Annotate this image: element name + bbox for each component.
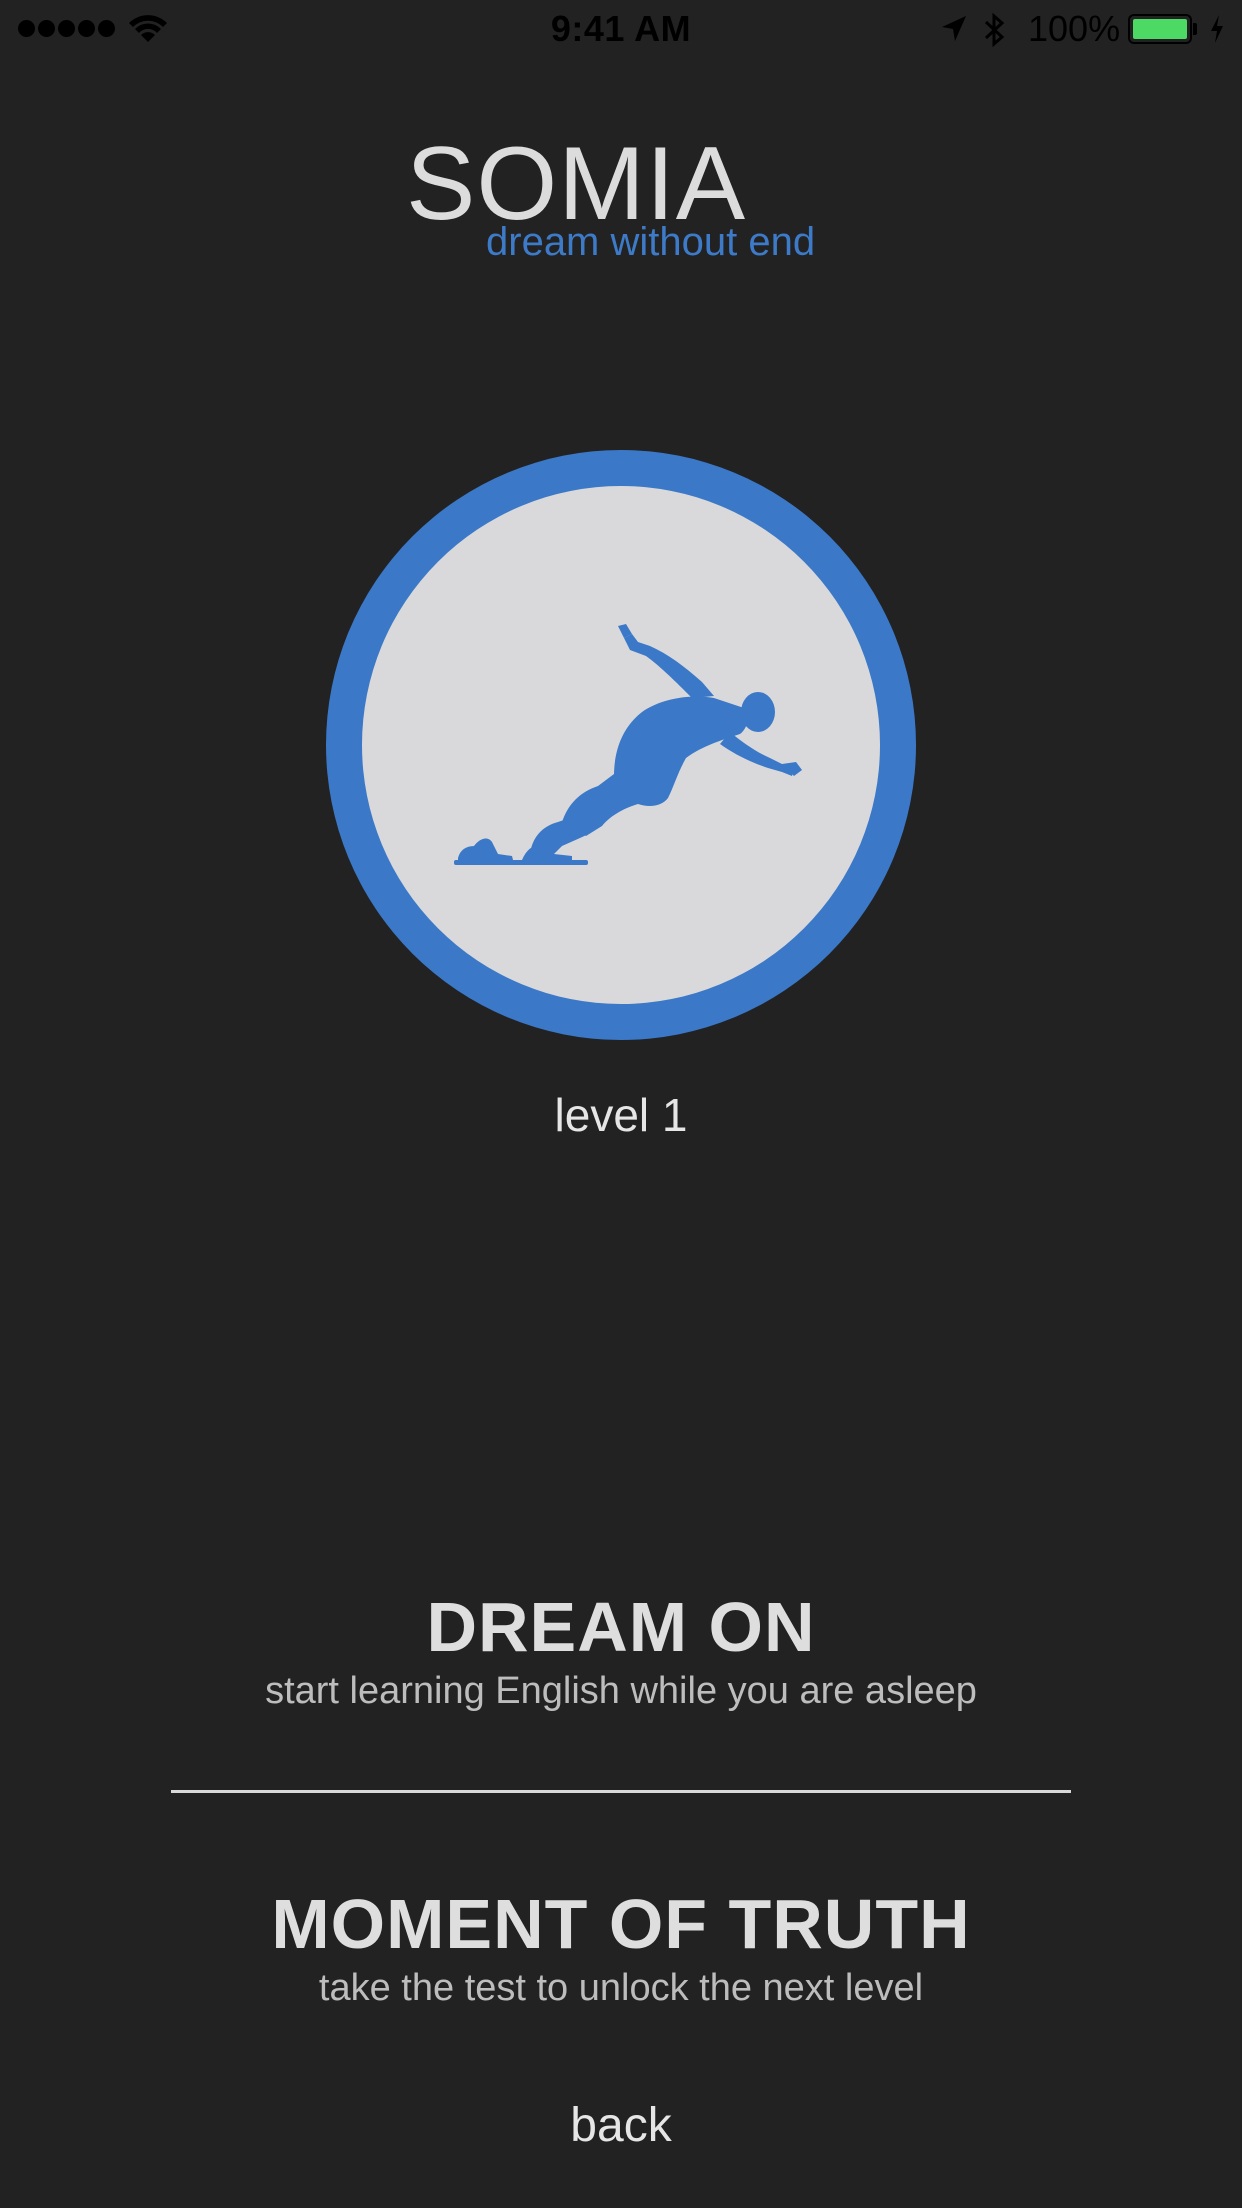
battery-icon	[1128, 14, 1192, 44]
status-bar: 9:41 AM 100%	[0, 0, 1242, 60]
level-badge-inner	[362, 486, 880, 1004]
sprinter-icon	[454, 624, 802, 865]
app-tagline: dream without end	[486, 220, 816, 264]
charging-icon	[1211, 15, 1223, 43]
moment-of-truth-subtitle: take the test to unlock the next level	[318, 1967, 924, 2009]
battery-percent: 100%	[1028, 8, 1121, 49]
moment-of-truth-title: MOMENT OF TRUTH	[271, 1885, 971, 1963]
location-icon	[942, 16, 966, 41]
bluetooth-icon	[984, 12, 1005, 48]
dream-on-button[interactable]: DREAM ON start learning English while yo…	[0, 1592, 1242, 1710]
level-badge	[326, 450, 916, 1040]
back-button[interactable]: back	[0, 2098, 1242, 2153]
divider	[171, 1790, 1071, 1793]
level-label: level 1	[554, 1089, 688, 1141]
battery-level	[1133, 19, 1187, 39]
dream-on-subtitle: start learning English while you are asl…	[265, 1670, 977, 1712]
battery-tip	[1193, 23, 1197, 35]
dream-on-title: DREAM ON	[426, 1588, 816, 1666]
moment-of-truth-button[interactable]: MOMENT OF TRUTH take the test to unlock …	[0, 1889, 1242, 2007]
